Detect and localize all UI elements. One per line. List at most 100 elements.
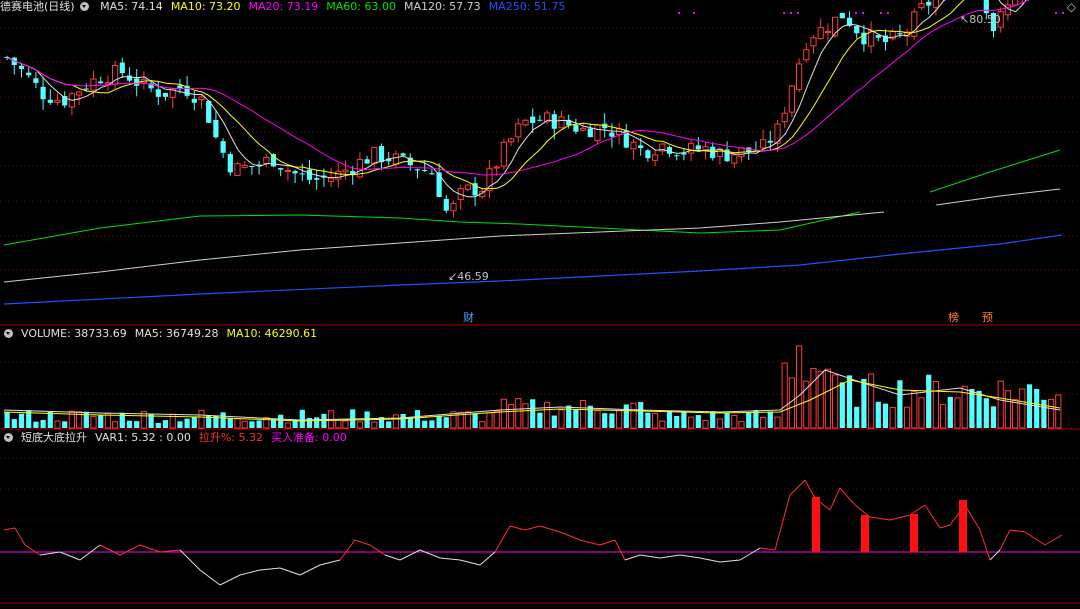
event-tag-text: 财 xyxy=(463,311,474,324)
signal-bar xyxy=(812,497,820,552)
candle-up xyxy=(508,138,515,143)
volume-bar-down xyxy=(472,413,478,428)
signal-dot xyxy=(862,12,864,14)
volume-bar-down xyxy=(422,420,428,428)
ma-legend-item-1: MA10: 73.20 xyxy=(170,0,241,13)
event-tag-financial[interactable]: 财 xyxy=(461,312,476,324)
candle-up xyxy=(796,63,803,90)
signal-dot xyxy=(790,12,792,14)
volume-bar-down xyxy=(1034,388,1040,428)
indicator-line-segment xyxy=(439,557,461,561)
diamond-icon[interactable]: ◇ xyxy=(1067,0,1076,14)
candle-down xyxy=(155,89,161,97)
candle-up xyxy=(918,3,925,9)
indicator-line-segment xyxy=(559,531,581,541)
indicator-line-segment xyxy=(3,527,16,531)
candle-down xyxy=(83,88,89,90)
candle-up xyxy=(500,141,507,167)
volume-bar-up xyxy=(774,416,781,429)
indicator-line-segment xyxy=(829,487,841,511)
indicator-line-segment xyxy=(679,554,701,559)
indicator-line-segment xyxy=(614,539,626,561)
volume-bar-down xyxy=(1041,399,1047,428)
ma-legend-item-2: MA20: 73.19 xyxy=(248,0,319,13)
indicator-line-segment xyxy=(479,551,496,566)
candle-down xyxy=(443,198,449,211)
volume-bar-up xyxy=(940,404,947,429)
indicator-line-segment xyxy=(939,524,951,529)
indicator-line-segment xyxy=(999,529,1011,551)
volume-bar-down xyxy=(609,413,615,428)
candle-up xyxy=(493,166,500,169)
volume-bar-down xyxy=(98,415,104,428)
volume-bar-up xyxy=(1004,390,1011,429)
indicator-line-segment xyxy=(384,554,401,561)
candle-down xyxy=(854,26,860,34)
signal-dot xyxy=(693,12,695,14)
volume-bar-up xyxy=(493,410,500,429)
volume-bar-up xyxy=(580,399,587,429)
volume-bar-down xyxy=(846,375,853,428)
chart-canvas[interactable] xyxy=(0,0,1080,606)
indicator-line-segment xyxy=(1044,534,1063,546)
chart-stage[interactable]: 德赛电池(日线) MA5: 74.14 MA10: 73.20 MA20: 73.1… xyxy=(0,0,1080,606)
candle-down xyxy=(429,173,435,175)
low-price-value: 46.59 xyxy=(457,270,489,283)
candle-down xyxy=(98,81,104,84)
volume-bar-down xyxy=(602,413,608,428)
candle-down xyxy=(436,172,442,197)
candle-down xyxy=(666,147,673,154)
volume-bar-down xyxy=(746,412,752,428)
collapse-icon[interactable] xyxy=(4,329,13,338)
volume-bar-up xyxy=(335,419,342,429)
candle-up xyxy=(328,177,335,182)
indicator-line-segment xyxy=(579,539,601,546)
collapse-icon[interactable] xyxy=(4,433,13,442)
signal-bar xyxy=(959,500,967,552)
indicator-line-segment xyxy=(889,514,911,521)
volume-bar-up xyxy=(486,412,493,429)
indicator-line-segment xyxy=(699,557,721,563)
volume-bar-down xyxy=(666,411,673,428)
volume-bar-up xyxy=(932,381,939,429)
event-tag-forecast[interactable]: 预 xyxy=(980,312,995,324)
candle-down xyxy=(378,145,385,163)
candle-up xyxy=(90,78,97,91)
candle-up xyxy=(486,168,493,192)
candle-down xyxy=(278,168,284,170)
candle-up xyxy=(594,124,601,142)
volume-bar-up xyxy=(392,414,399,429)
event-tag-text: 榜 xyxy=(948,311,959,324)
signal-bar xyxy=(861,515,869,552)
volume-bar-up xyxy=(954,397,961,429)
indicator-line-segment xyxy=(419,549,441,559)
signal-dot xyxy=(797,12,799,14)
volume-bar-up xyxy=(594,410,601,429)
volume-bar-down xyxy=(587,405,593,428)
indicator-line-segment xyxy=(909,504,926,516)
candle-down xyxy=(299,173,305,175)
candle-down xyxy=(414,169,421,171)
volume-bar-up xyxy=(263,416,270,429)
collapse-icon[interactable] xyxy=(79,2,89,11)
candle-up xyxy=(284,169,291,172)
candle-up xyxy=(932,0,939,8)
signal-dot xyxy=(1062,12,1064,14)
event-tag-ranking[interactable]: 榜 xyxy=(946,312,961,324)
candle-down xyxy=(177,85,183,89)
volume-bar-down xyxy=(184,418,190,428)
candle-down xyxy=(710,146,716,159)
volume-bar-down xyxy=(926,374,932,428)
volume-bar-down xyxy=(875,401,881,428)
volume-bar-down xyxy=(126,420,133,428)
candle-down xyxy=(227,154,233,173)
volume-bar-up xyxy=(522,403,529,429)
indicator-line-segment xyxy=(119,544,141,556)
volume-bar-down xyxy=(162,420,169,428)
indicator-line-segment xyxy=(279,567,301,576)
volume-legend-item-2: MA10: 46290.61 xyxy=(226,327,318,340)
indicator-line-segment xyxy=(979,529,991,561)
volume-bar-up xyxy=(558,409,565,429)
volume-bar-down xyxy=(443,417,449,428)
indicator-line-segment xyxy=(339,539,356,561)
